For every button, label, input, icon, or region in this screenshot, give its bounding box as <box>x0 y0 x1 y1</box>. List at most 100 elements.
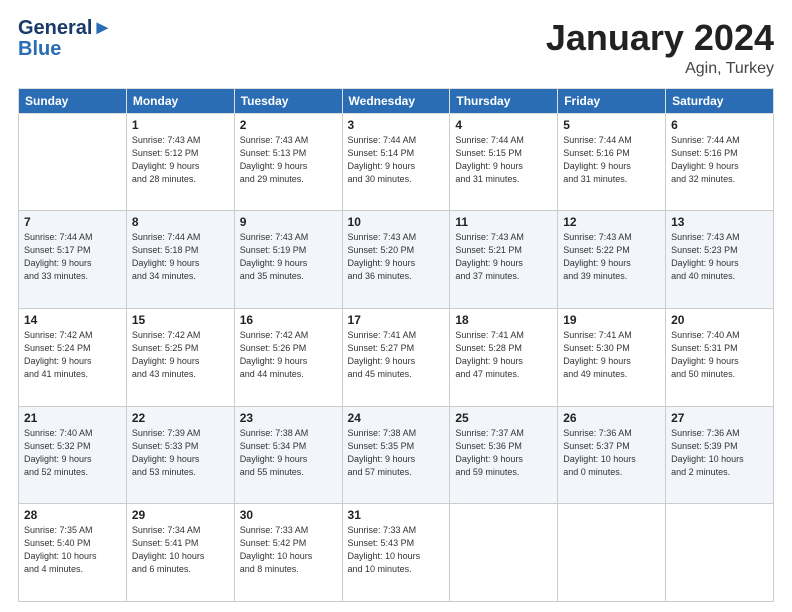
day-number: 20 <box>671 313 768 327</box>
day-info: Sunrise: 7:43 AMSunset: 5:20 PMDaylight:… <box>348 231 445 283</box>
day-number: 11 <box>455 215 552 229</box>
calendar-cell: 20 Sunrise: 7:40 AMSunset: 5:31 PMDayligh… <box>666 308 774 406</box>
day-info: Sunrise: 7:44 AMSunset: 5:18 PMDaylight:… <box>132 231 229 283</box>
calendar-cell: 19Sunrise: 7:41 AMSunset: 5:30 PMDayligh… <box>558 308 666 406</box>
day-number: 6 <box>671 118 768 132</box>
calendar-cell: 24Sunrise: 7:38 AMSunset: 5:35 PMDayligh… <box>342 406 450 504</box>
calendar-cell: 11 Sunrise: 7:43 AMSunset: 5:21 PMDayligh… <box>450 211 558 309</box>
weekday-header-monday: Monday <box>126 88 234 113</box>
day-info: Sunrise: 7:43 AMSunset: 5:21 PMDaylight:… <box>455 231 552 283</box>
day-info: Sunrise: 7:41 AMSunset: 5:28 PMDaylight:… <box>455 329 552 381</box>
day-number: 12 <box>563 215 660 229</box>
day-number: 2 <box>240 118 337 132</box>
day-info: Sunrise: 7:43 AMSunset: 5:19 PMDaylight:… <box>240 231 337 283</box>
calendar-cell: 23 Sunrise: 7:38 AMSunset: 5:34 PMDayligh… <box>234 406 342 504</box>
calendar-cell: 13 Sunrise: 7:43 AMSunset: 5:23 PMDayligh… <box>666 211 774 309</box>
day-info: Sunrise: 7:37 AMSunset: 5:36 PMDaylight:… <box>455 427 552 479</box>
day-number: 9 <box>240 215 337 229</box>
weekday-header-thursday: Thursday <box>450 88 558 113</box>
day-number: 29 <box>132 508 229 522</box>
calendar-cell <box>450 504 558 602</box>
day-number: 30 <box>240 508 337 522</box>
day-info: Sunrise: 7:41 AMSunset: 5:27 PMDaylight:… <box>348 329 445 381</box>
day-number: 17 <box>348 313 445 327</box>
weekday-header-sunday: Sunday <box>19 88 127 113</box>
page: General► Blue January 2024 Agin, Turkey … <box>0 0 792 612</box>
calendar-cell: 1 Sunrise: 7:43 AMSunset: 5:12 PMDaylight… <box>126 113 234 211</box>
day-info: Sunrise: 7:43 AMSunset: 5:22 PMDaylight:… <box>563 231 660 283</box>
day-info: Sunrise: 7:42 AMSunset: 5:25 PMDaylight:… <box>132 329 229 381</box>
day-info: Sunrise: 7:44 AMSunset: 5:15 PMDaylight:… <box>455 134 552 186</box>
day-number: 8 <box>132 215 229 229</box>
day-info: Sunrise: 7:38 AMSunset: 5:35 PMDaylight:… <box>348 427 445 479</box>
calendar-cell: 10Sunrise: 7:43 AMSunset: 5:20 PMDayligh… <box>342 211 450 309</box>
day-number: 23 <box>240 411 337 425</box>
month-title: January 2024 <box>546 18 774 58</box>
weekday-header-tuesday: Tuesday <box>234 88 342 113</box>
calendar-cell <box>666 504 774 602</box>
title-block: January 2024 Agin, Turkey <box>546 18 774 78</box>
day-info: Sunrise: 7:43 AMSunset: 5:12 PMDaylight:… <box>132 134 229 186</box>
calendar-cell <box>19 113 127 211</box>
header: General► Blue January 2024 Agin, Turkey <box>18 18 774 78</box>
day-number: 18 <box>455 313 552 327</box>
day-info: Sunrise: 7:40 AMSunset: 5:31 PMDaylight:… <box>671 329 768 381</box>
calendar-table: SundayMondayTuesdayWednesdayThursdayFrid… <box>18 88 774 602</box>
calendar-cell: 25 Sunrise: 7:37 AMSunset: 5:36 PMDayligh… <box>450 406 558 504</box>
day-number: 1 <box>132 118 229 132</box>
calendar-cell: 29Sunrise: 7:34 AMSunset: 5:41 PMDayligh… <box>126 504 234 602</box>
calendar-cell: 26 Sunrise: 7:36 AMSunset: 5:37 PMDayligh… <box>558 406 666 504</box>
location-title: Agin, Turkey <box>546 60 774 78</box>
calendar-cell <box>558 504 666 602</box>
calendar-cell: 22 Sunrise: 7:39 AMSunset: 5:33 PMDayligh… <box>126 406 234 504</box>
day-info: Sunrise: 7:33 AMSunset: 5:42 PMDaylight:… <box>240 524 337 576</box>
day-info: Sunrise: 7:44 AMSunset: 5:17 PMDaylight:… <box>24 231 121 283</box>
day-info: Sunrise: 7:38 AMSunset: 5:34 PMDaylight:… <box>240 427 337 479</box>
day-number: 28 <box>24 508 121 522</box>
calendar-cell: 5 Sunrise: 7:44 AMSunset: 5:16 PMDaylight… <box>558 113 666 211</box>
day-info: Sunrise: 7:42 AMSunset: 5:26 PMDaylight:… <box>240 329 337 381</box>
calendar-cell: 8 Sunrise: 7:44 AMSunset: 5:18 PMDaylight… <box>126 211 234 309</box>
day-number: 13 <box>671 215 768 229</box>
weekday-header-wednesday: Wednesday <box>342 88 450 113</box>
day-number: 21 <box>24 411 121 425</box>
calendar-cell: 21 Sunrise: 7:40 AMSunset: 5:32 PMDayligh… <box>19 406 127 504</box>
day-info: Sunrise: 7:43 AMSunset: 5:13 PMDaylight:… <box>240 134 337 186</box>
calendar-cell: 2 Sunrise: 7:43 AMSunset: 5:13 PMDaylight… <box>234 113 342 211</box>
day-number: 4 <box>455 118 552 132</box>
day-info: Sunrise: 7:44 AMSunset: 5:14 PMDaylight:… <box>348 134 445 186</box>
day-info: Sunrise: 7:40 AMSunset: 5:32 PMDaylight:… <box>24 427 121 479</box>
day-info: Sunrise: 7:36 AMSunset: 5:37 PMDaylight:… <box>563 427 660 479</box>
day-info: Sunrise: 7:41 AMSunset: 5:30 PMDaylight:… <box>563 329 660 381</box>
day-number: 22 <box>132 411 229 425</box>
day-number: 16 <box>240 313 337 327</box>
day-number: 27 <box>671 411 768 425</box>
calendar-cell: 28 Sunrise: 7:35 AMSunset: 5:40 PMDayligh… <box>19 504 127 602</box>
day-number: 25 <box>455 411 552 425</box>
calendar-cell: 6 Sunrise: 7:44 AMSunset: 5:16 PMDaylight… <box>666 113 774 211</box>
calendar-cell: 3Sunrise: 7:44 AMSunset: 5:14 PMDaylight… <box>342 113 450 211</box>
day-info: Sunrise: 7:44 AMSunset: 5:16 PMDaylight:… <box>563 134 660 186</box>
calendar-cell: 4 Sunrise: 7:44 AMSunset: 5:15 PMDaylight… <box>450 113 558 211</box>
calendar-cell: 9 Sunrise: 7:43 AMSunset: 5:19 PMDaylight… <box>234 211 342 309</box>
day-number: 26 <box>563 411 660 425</box>
calendar-cell: 16 Sunrise: 7:42 AMSunset: 5:26 PMDayligh… <box>234 308 342 406</box>
calendar-cell: 15 Sunrise: 7:42 AMSunset: 5:25 PMDayligh… <box>126 308 234 406</box>
calendar-cell: 27Sunrise: 7:36 AMSunset: 5:39 PMDayligh… <box>666 406 774 504</box>
calendar-cell: 12 Sunrise: 7:43 AMSunset: 5:22 PMDayligh… <box>558 211 666 309</box>
day-number: 15 <box>132 313 229 327</box>
calendar-cell: 14Sunrise: 7:42 AMSunset: 5:24 PMDayligh… <box>19 308 127 406</box>
day-info: Sunrise: 7:43 AMSunset: 5:23 PMDaylight:… <box>671 231 768 283</box>
calendar-cell: 18 Sunrise: 7:41 AMSunset: 5:28 PMDayligh… <box>450 308 558 406</box>
calendar-cell: 31Sunrise: 7:33 AMSunset: 5:43 PMDayligh… <box>342 504 450 602</box>
calendar-cell: 30 Sunrise: 7:33 AMSunset: 5:42 PMDayligh… <box>234 504 342 602</box>
day-number: 5 <box>563 118 660 132</box>
weekday-header-saturday: Saturday <box>666 88 774 113</box>
calendar-cell: 7Sunrise: 7:44 AMSunset: 5:17 PMDaylight… <box>19 211 127 309</box>
logo-blue: Blue <box>18 38 61 60</box>
day-info: Sunrise: 7:44 AMSunset: 5:16 PMDaylight:… <box>671 134 768 186</box>
day-number: 31 <box>348 508 445 522</box>
logo: General► Blue <box>18 18 112 60</box>
day-info: Sunrise: 7:35 AMSunset: 5:40 PMDaylight:… <box>24 524 121 576</box>
day-info: Sunrise: 7:39 AMSunset: 5:33 PMDaylight:… <box>132 427 229 479</box>
